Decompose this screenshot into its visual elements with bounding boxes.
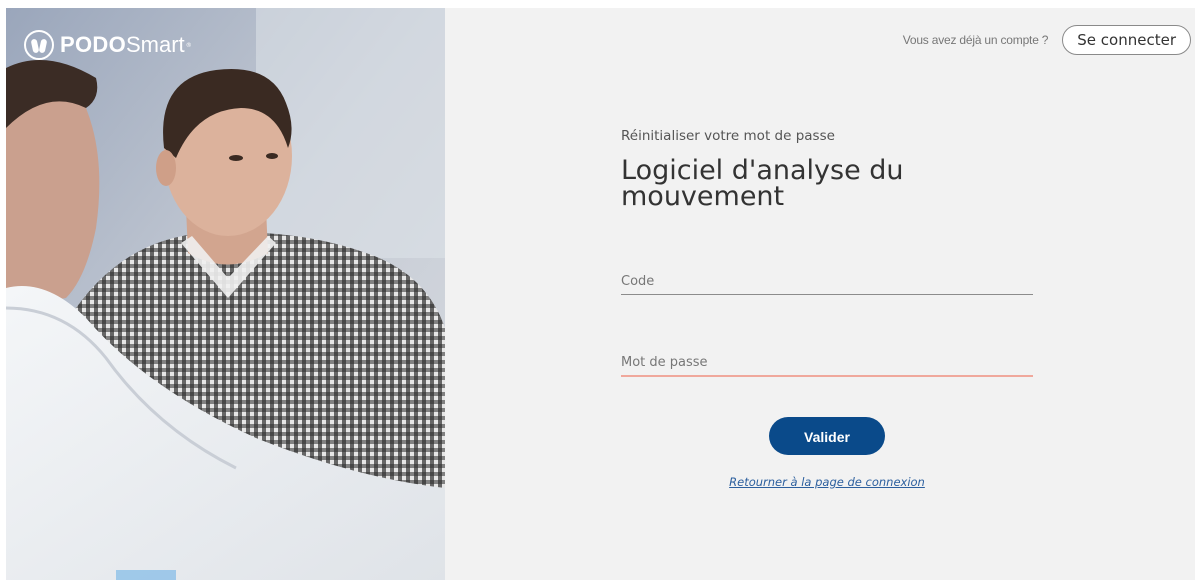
password-field-group (621, 349, 1033, 377)
reset-password-form: Réinitialiser votre mot de passe Logicie… (621, 128, 1033, 489)
trademark-symbol: ® (185, 41, 192, 49)
code-input[interactable] (621, 268, 1033, 294)
podosmart-feet-logo-icon (24, 30, 54, 60)
have-account-text: Vous avez déjà un compte ? (902, 33, 1049, 47)
password-input[interactable] (621, 349, 1033, 375)
password-underline-error (621, 375, 1033, 377)
hero-illustration (6, 8, 445, 580)
title-line-2: mouvement (621, 181, 785, 212)
form-subtitle: Réinitialiser votre mot de passe (621, 128, 835, 144)
page-title: Logiciel d'analyse du mouvement (621, 157, 1033, 212)
account-topbar: Vous avez déjà un compte ? Se connecter (903, 25, 1191, 55)
hero-photo: PODO Smart ® (6, 8, 445, 580)
reset-password-panel: Vous avez déjà un compte ? Se connecter … (445, 8, 1195, 580)
code-underline (621, 294, 1033, 295)
brand-name-light: Smart (126, 32, 185, 57)
page: PODO Smart ® Vous avez déjà un compte ? Se… (6, 8, 1195, 580)
code-field-group (621, 268, 1033, 295)
form-actions: Valider Retourner à la page de connexion (621, 417, 1033, 489)
login-button[interactable]: Se connecter (1062, 25, 1191, 55)
submit-button[interactable]: Valider (769, 417, 885, 455)
back-to-login-link[interactable]: Retourner à la page de connexion (621, 475, 1033, 489)
brand-logo[interactable]: PODO Smart ® (24, 30, 192, 60)
brand-name-bold: PODO (60, 32, 126, 57)
